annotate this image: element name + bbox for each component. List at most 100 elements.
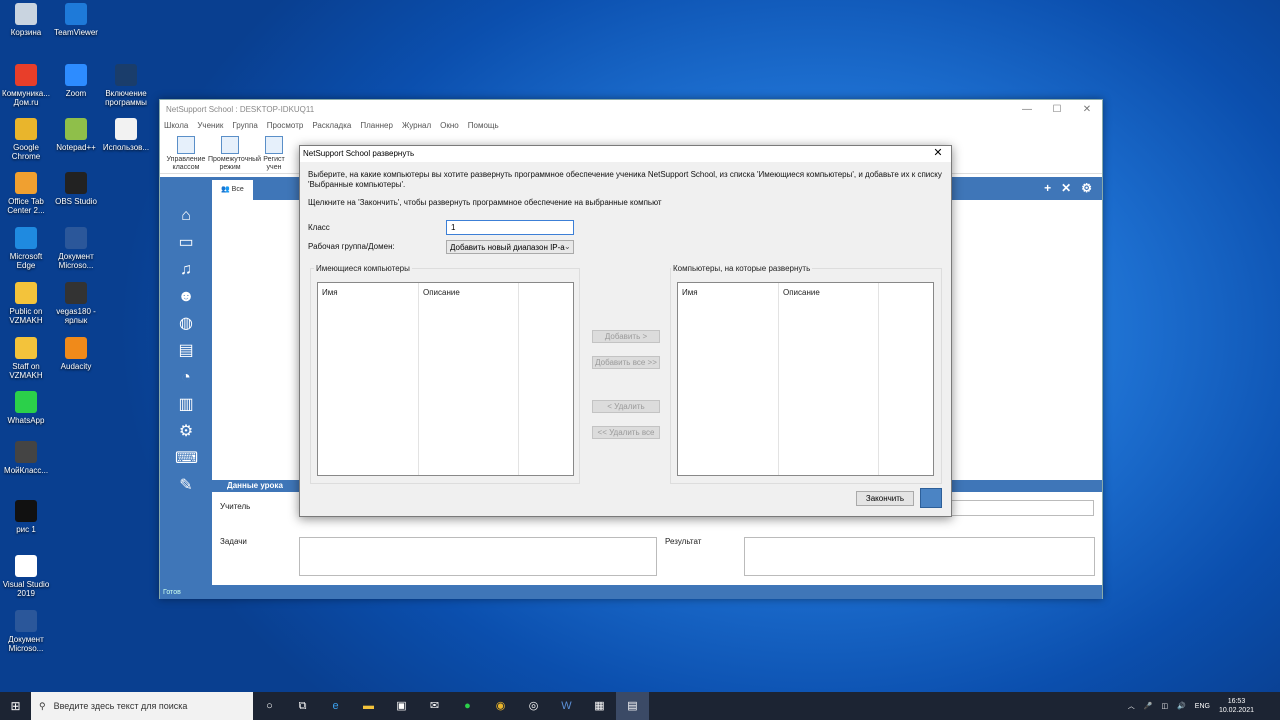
desktop-icon[interactable]: Zoom xyxy=(50,64,102,98)
desktop-icon[interactable]: WhatsApp xyxy=(0,391,52,425)
edge-icon[interactable]: e xyxy=(319,692,352,720)
ribbon-button[interactable]: Промежуточный режим xyxy=(208,136,261,172)
window-icon xyxy=(115,118,137,140)
remove-icon[interactable]: ✕ xyxy=(1061,181,1071,195)
mail-icon[interactable]: ✉ xyxy=(418,692,451,720)
whiteboard-icon[interactable]: ✎ xyxy=(175,476,197,496)
student-head-icon[interactable]: ☻ xyxy=(175,287,197,307)
desktop-icon-label: Notepad++ xyxy=(56,143,96,152)
word-icon[interactable]: W xyxy=(550,692,583,720)
remove-button[interactable]: < Удалить xyxy=(592,400,660,413)
printer-icon[interactable]: ▥ xyxy=(175,395,197,415)
menu-item[interactable]: Раскладка xyxy=(312,121,351,130)
maximize-icon[interactable]: ☐ xyxy=(1042,104,1072,115)
desktop-icon[interactable]: рис 1 xyxy=(0,500,52,534)
desktop-icon-label: Zoom xyxy=(65,89,87,98)
desktop-icon[interactable]: Корзина xyxy=(0,3,52,37)
whatsapp-icon[interactable]: ● xyxy=(451,692,484,720)
minimize-icon[interactable]: — xyxy=(1012,104,1042,115)
ribbon-button[interactable]: Регист учен xyxy=(252,136,296,172)
window-icon[interactable]: ▤ xyxy=(175,341,197,361)
cortana-icon[interactable]: ○ xyxy=(253,692,286,720)
desktop-icon[interactable]: Google Chrome xyxy=(0,118,52,161)
image-icon xyxy=(15,500,37,522)
available-col-desc[interactable]: Описание xyxy=(423,288,460,297)
desktop-icon[interactable]: Коммуника... Дом.ru xyxy=(0,64,52,107)
add-icon[interactable]: + xyxy=(1044,181,1051,195)
desktop-icon[interactable]: OBS Studio xyxy=(50,172,102,206)
close-icon[interactable]: ✕ xyxy=(1072,104,1102,115)
edge-icon xyxy=(15,227,37,249)
target-col-desc[interactable]: Описание xyxy=(783,288,820,297)
menu-item[interactable]: Окно xyxy=(440,121,459,130)
headphones-icon[interactable]: ♫ xyxy=(175,260,197,280)
desktop-icon[interactable]: Использов... xyxy=(100,118,152,152)
home-icon[interactable]: ⌂ xyxy=(175,206,197,226)
file-explorer-icon[interactable]: ▬ xyxy=(352,692,385,720)
available-col-name[interactable]: Имя xyxy=(322,288,338,297)
desktop-icon-label: WhatsApp xyxy=(7,416,45,425)
menu-item[interactable]: Группа xyxy=(232,121,257,130)
menu-item[interactable]: Школа xyxy=(164,121,188,130)
tab-all[interactable]: 👥 Все xyxy=(212,180,253,200)
menu-item[interactable]: Ученик xyxy=(197,121,223,130)
main-titlebar: NetSupport School : DESKTOP-IDKUQ11 — ☐ … xyxy=(160,100,1102,118)
desktop-icon[interactable]: Microsoft Edge xyxy=(0,227,52,270)
desktop-icon[interactable]: Audacity xyxy=(50,337,102,371)
desktop-icon[interactable]: Notepad++ xyxy=(50,118,102,152)
desktop-icon[interactable]: TeamViewer xyxy=(50,3,102,37)
language-indicator[interactable]: ENG xyxy=(1195,703,1210,710)
chrome-icon[interactable]: ◉ xyxy=(484,692,517,720)
desktop-icon[interactable]: Visual Studio 2019 xyxy=(0,555,52,598)
desktop-icon[interactable]: Включение программы xyxy=(100,64,152,107)
monitor-icon[interactable]: ▭ xyxy=(175,233,197,253)
volume-icon[interactable]: 🔊 xyxy=(1177,702,1186,710)
menu-item[interactable]: Планнер xyxy=(360,121,393,130)
available-list[interactable]: Имя Описание xyxy=(317,282,574,476)
add-all-button[interactable]: Добавить все >> xyxy=(592,356,660,369)
office-tab-icon xyxy=(15,172,37,194)
network-icon[interactable]: ◫ xyxy=(1161,702,1168,710)
devices-icon[interactable]: ⚙ xyxy=(175,422,197,442)
target-col-name[interactable]: Имя xyxy=(682,288,698,297)
chevron-up-icon[interactable]: ︿ xyxy=(1128,701,1135,711)
ribbon-button[interactable]: Управление классом xyxy=(164,136,208,172)
task-view-icon[interactable]: ⧉ xyxy=(286,692,319,720)
store-icon[interactable]: ▣ xyxy=(385,692,418,720)
desktop-icon[interactable]: Staff on VZMAKH xyxy=(0,337,52,380)
menu-item[interactable]: Журнал xyxy=(402,121,431,130)
desktop-icon[interactable]: vegas180 - ярлык xyxy=(50,282,102,325)
dialog-close-icon[interactable]: ✕ xyxy=(928,148,948,159)
windows-start-icon[interactable]: ⊞ xyxy=(0,692,31,720)
target-list[interactable]: Имя Описание xyxy=(677,282,934,476)
settings-gear-icon[interactable]: ⚙ xyxy=(1081,181,1092,195)
remove-all-button[interactable]: << Удалить все xyxy=(592,426,660,439)
pie-chart-icon[interactable]: ◔ xyxy=(175,368,197,388)
status-bar: Готов xyxy=(160,586,1102,599)
microphone-icon[interactable]: 🎤 xyxy=(1144,702,1153,710)
clock[interactable]: 16:53 10.02.2021 xyxy=(1219,697,1254,715)
taskbar-search[interactable]: ⚲ Введите здесь текст для поиска xyxy=(31,692,253,720)
recycle-bin-icon xyxy=(15,3,37,25)
tasks-field[interactable] xyxy=(299,537,657,576)
keyboard-icon[interactable]: ⌨ xyxy=(175,449,198,469)
globe-icon[interactable]: ◍ xyxy=(175,314,197,334)
finish-button[interactable]: Закончить xyxy=(856,491,914,506)
result-field[interactable] xyxy=(744,537,1095,576)
obs-icon[interactable]: ◎ xyxy=(517,692,550,720)
class-input[interactable]: 1 xyxy=(446,220,574,235)
desktop-icon[interactable]: Документ Microso... xyxy=(50,227,102,270)
menu-item[interactable]: Помощь xyxy=(468,121,499,130)
desktop-icon[interactable]: Office Tab Center 2... xyxy=(0,172,52,215)
desktop-icon[interactable]: МойКласс... xyxy=(0,441,52,475)
workgroup-select[interactable]: Добавить новый диапазон IP-а xyxy=(446,240,574,254)
audacity-icon xyxy=(65,337,87,359)
netsupport-taskbar-icon[interactable]: ▤ xyxy=(616,692,649,720)
vegas-icon[interactable]: ▦ xyxy=(583,692,616,720)
add-button[interactable]: Добавить > xyxy=(592,330,660,343)
dialog-hint: Щелкните на 'Закончить', чтобы развернут… xyxy=(308,198,662,207)
desktop-icon[interactable]: Документ Microso... xyxy=(0,610,52,653)
desktop-icon[interactable]: Public on VZMAKH xyxy=(0,282,52,325)
menu-item[interactable]: Просмотр xyxy=(267,121,304,130)
desktop-icon-label: рис 1 xyxy=(16,525,36,534)
